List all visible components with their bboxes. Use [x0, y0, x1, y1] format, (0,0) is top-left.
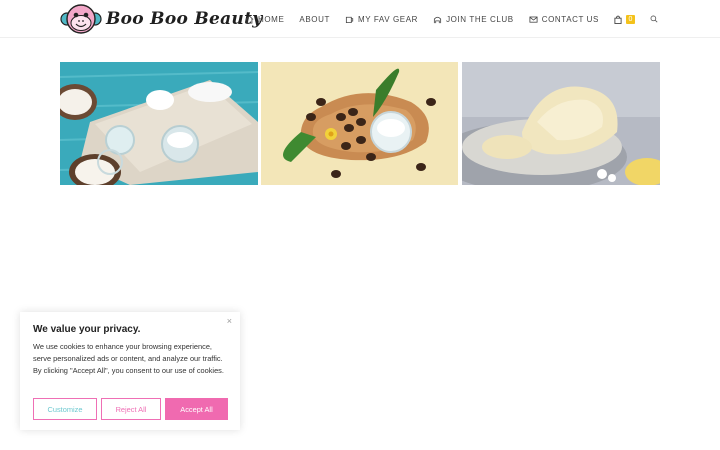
image-gallery — [60, 62, 660, 185]
cookie-close-button[interactable]: × — [227, 316, 232, 326]
shea-butter-image — [261, 62, 458, 185]
accept-all-button[interactable]: Accept All — [165, 398, 228, 420]
cookie-title: We value your privacy. — [33, 324, 141, 335]
monkey-logo-icon — [60, 4, 102, 34]
nav-item-about[interactable]: ABOUT — [299, 15, 330, 24]
coconut-oil-image — [60, 62, 258, 185]
cart-button[interactable]: 0 — [614, 14, 635, 24]
main-nav: HOME ABOUT MY FAV GEAR JOIN THE CLUB CON… — [230, 0, 658, 38]
nav-item-join-the-club[interactable]: JOIN THE CLUB — [433, 15, 514, 24]
butter-bowl-image — [462, 62, 660, 185]
search-button[interactable] — [650, 15, 658, 23]
club-icon — [434, 16, 442, 23]
shopping-bag-icon — [614, 15, 622, 24]
site-header: Boo Boo Beauty HOME ABOUT MY FAV GEAR JO… — [0, 0, 720, 38]
cookie-buttons: Customize Reject All Accept All — [33, 398, 232, 420]
search-icon — [650, 15, 658, 23]
nav-item-my-fav-gear[interactable]: MY FAV GEAR — [345, 15, 418, 24]
cookie-text: We use cookies to enhance your browsing … — [33, 342, 224, 375]
gallery-image-coconut-oil[interactable] — [60, 62, 258, 185]
nav-label-contact-us: CONTACT US — [541, 14, 599, 24]
gallery-image-shea-butter[interactable] — [261, 62, 459, 185]
gallery-image-butter-bowl[interactable] — [462, 62, 660, 185]
nav-label-about: ABOUT — [299, 14, 330, 24]
nav-label-join-the-club: JOIN THE CLUB — [446, 14, 514, 24]
nav-label-home: HOME — [257, 14, 285, 24]
home-icon — [245, 15, 254, 24]
cart-count-badge: 0 — [626, 14, 635, 24]
nav-label-my-fav-gear: MY FAV GEAR — [357, 14, 419, 24]
mug-icon — [345, 16, 354, 23]
cookie-consent-banner: × We value your privacy. We use cookies … — [20, 312, 240, 430]
reject-all-button[interactable]: Reject All — [101, 398, 161, 420]
nav-item-home[interactable]: HOME — [245, 15, 284, 24]
nav-item-contact-us[interactable]: CONTACT US — [529, 15, 599, 24]
envelope-icon — [529, 16, 538, 23]
customize-button[interactable]: Customize — [33, 398, 97, 420]
